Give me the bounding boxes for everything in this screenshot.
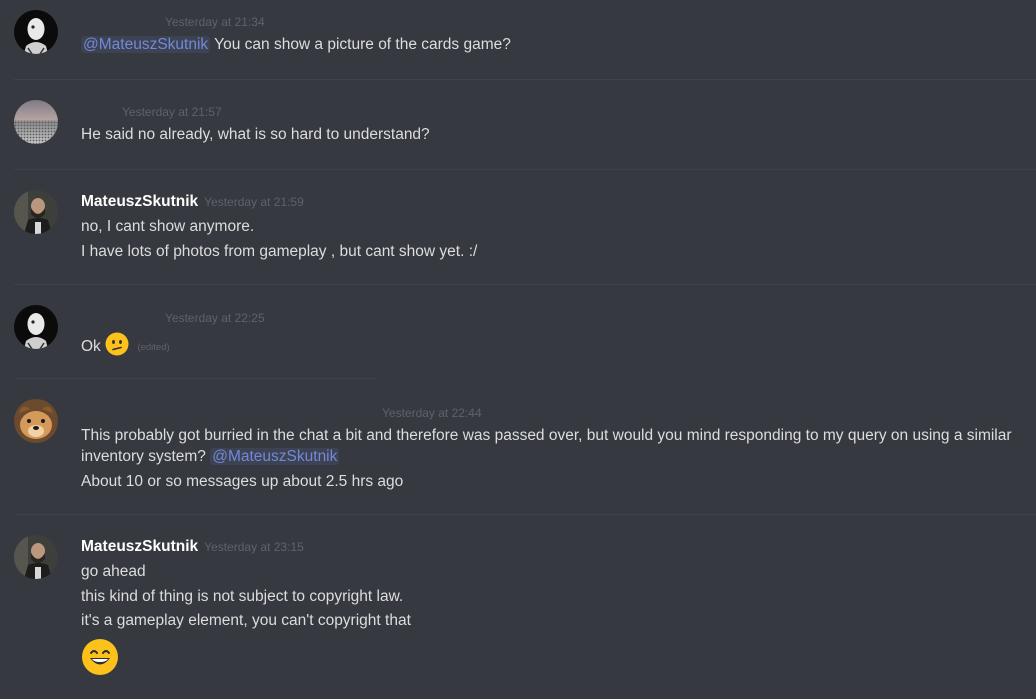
message-header: Yesterday at 21:57 xyxy=(81,103,222,121)
user-mention[interactable]: @MateuszSkutnik xyxy=(210,448,340,465)
message-content: go ahead xyxy=(81,563,146,580)
username[interactable]: MateuszSkutnik xyxy=(81,193,198,210)
grinning-face-emoji[interactable] xyxy=(81,638,119,681)
message-group: Yesterday at 21:34 @MateuszSkutnik You c… xyxy=(0,0,1036,79)
message-group: MateuszSkutnik Yesterday at 21:59 no, I c… xyxy=(0,170,1036,284)
masked-face-avatar[interactable] xyxy=(14,305,58,349)
message-text: @MateuszSkutnik You can show a picture o… xyxy=(81,34,511,55)
timestamp: Yesterday at 22:44 xyxy=(382,406,482,420)
timestamp: Yesterday at 21:34 xyxy=(165,15,265,29)
masked-face-avatar[interactable] xyxy=(14,10,58,54)
crowd-landscape-avatar[interactable] xyxy=(14,100,58,144)
message-header: Yesterday at 22:44 xyxy=(81,404,482,422)
message-header: MateuszSkutnik Yesterday at 23:15 xyxy=(81,538,304,556)
message-content: Ok xyxy=(81,338,101,356)
message-content: it's a gameplay element, you can't copyr… xyxy=(81,612,411,629)
message-text: Ok (edited) xyxy=(81,332,170,362)
message-header: MateuszSkutnik Yesterday at 21:59 xyxy=(81,193,304,211)
message-header: Yesterday at 22:25 xyxy=(81,309,265,327)
message-divider xyxy=(14,378,376,379)
edited-indicator: (edited) xyxy=(137,341,170,353)
message-content: About 10 or so messages up about 2.5 hrs… xyxy=(81,473,404,490)
bearded-man-avatar[interactable] xyxy=(14,190,58,234)
timestamp: Yesterday at 23:15 xyxy=(204,540,304,554)
timestamp: Yesterday at 22:25 xyxy=(165,311,265,325)
message-text: This probably got burried in the chat a … xyxy=(81,425,1036,467)
message-content: You can show a picture of the cards game… xyxy=(210,36,511,53)
message-content: I have lots of photos from gameplay , bu… xyxy=(81,243,478,260)
confused-face-emoji[interactable] xyxy=(105,332,129,362)
message-group: MateuszSkutnik Yesterday at 23:15 go ahea… xyxy=(0,515,1036,699)
timestamp: Yesterday at 21:57 xyxy=(122,105,222,119)
timestamp: Yesterday at 21:59 xyxy=(204,195,304,209)
message-content: no, I cant show anymore. xyxy=(81,218,255,235)
bearded-man-avatar[interactable] xyxy=(14,535,58,579)
message-content: this kind of thing is not subject to cop… xyxy=(81,588,404,605)
message-group: Yesterday at 22:25 Ok (edited) xyxy=(0,285,1036,378)
dog-avatar[interactable] xyxy=(14,399,58,443)
message-group: Yesterday at 21:57 He said no already, w… xyxy=(0,80,1036,168)
user-mention[interactable]: @MateuszSkutnik xyxy=(81,36,211,53)
message-group: Yesterday at 22:44 This probably got bur… xyxy=(0,380,1036,514)
message-header: Yesterday at 21:34 xyxy=(81,13,265,31)
username[interactable]: MateuszSkutnik xyxy=(81,538,198,555)
message-content: He said no already, what is so hard to u… xyxy=(81,126,430,143)
